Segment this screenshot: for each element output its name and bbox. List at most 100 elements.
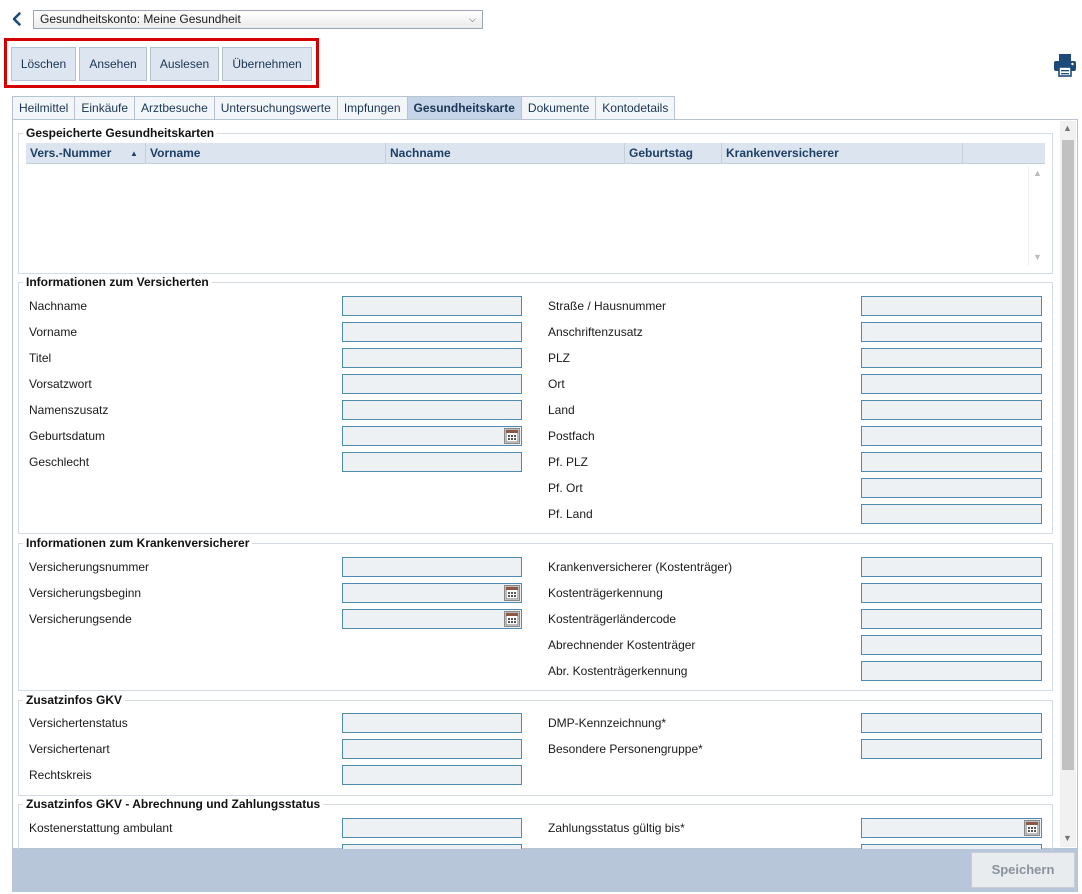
billing-info-title: Zusatzinfos GKV - Abrechnung und Zahlung… (26, 797, 321, 811)
column-header-vorname[interactable]: Vorname (146, 143, 386, 164)
column-header-krankenversicherer[interactable]: Krankenversicherer (722, 143, 963, 164)
scroll-up-icon[interactable]: ▲ (1033, 168, 1042, 178)
insured-status-input[interactable] (342, 713, 522, 733)
country-input[interactable] (861, 400, 1042, 420)
po-box-input[interactable] (861, 426, 1042, 446)
field-label: Kostenträgerkennung (548, 586, 663, 600)
field-label: PLZ (548, 351, 571, 365)
field-label: Land (548, 403, 575, 417)
insured-info-title: Informationen zum Versicherten (26, 275, 209, 289)
column-header-geburtstag[interactable]: Geburtstag (625, 143, 722, 164)
po-box-zip-input[interactable] (861, 452, 1042, 472)
field-label: Versicherungsbeginn (29, 586, 142, 600)
printer-icon (1054, 54, 1076, 77)
cards-table-body[interactable] (26, 164, 1045, 268)
insurance-number-input[interactable] (342, 557, 522, 577)
cards-table-header: Vers.-Nummer ▲ Vorname Nachname Geburtst… (26, 143, 1045, 164)
scroll-down-icon[interactable]: ▼ (1033, 252, 1042, 262)
calendar-icon[interactable] (504, 585, 520, 601)
content-scrollbar[interactable]: ▲ ▼ (1060, 121, 1076, 847)
name-suffix-input[interactable] (342, 400, 522, 420)
delete-button[interactable]: Löschen (11, 47, 76, 81)
street-input[interactable] (861, 296, 1042, 316)
calendar-icon[interactable] (504, 428, 520, 444)
gkv-info-title: Zusatzinfos GKV (26, 693, 123, 707)
tab-dokumente[interactable]: Dokumente (520, 96, 597, 119)
scroll-down-icon[interactable]: ▼ (1063, 833, 1072, 843)
scrollbar-thumb[interactable] (1062, 140, 1074, 770)
calendar-icon[interactable] (504, 611, 520, 627)
insurer-id-input[interactable] (861, 583, 1042, 603)
insurer-input[interactable] (861, 557, 1042, 577)
field-label: Titel (29, 351, 52, 365)
special-group-input[interactable] (861, 739, 1042, 759)
field-label: Krankenversicherer (Kostenträger) (548, 560, 733, 574)
field-label: Kostenerstattung ambulant (29, 821, 173, 835)
field-label: Anschriftenzusatz (548, 325, 643, 339)
column-header-nachname[interactable]: Nachname (386, 143, 625, 164)
po-box-city-input[interactable] (861, 478, 1042, 498)
field-label: Besondere Personengruppe* (548, 742, 703, 756)
field-label: Zahlungsstatus gültig bis* (548, 821, 685, 835)
scroll-up-icon[interactable]: ▲ (1063, 123, 1072, 133)
prefix-input[interactable] (342, 374, 522, 394)
city-input[interactable] (861, 374, 1042, 394)
last-name-input[interactable] (342, 296, 522, 316)
field-label: Abr. Kostenträgerkennung (548, 664, 688, 678)
title-input[interactable] (342, 348, 522, 368)
tab-untersuchungswerte[interactable]: Untersuchungswerte (213, 96, 338, 119)
tab-impfungen[interactable]: Impfungen (336, 96, 408, 119)
read-out-button[interactable]: Auslesen (150, 47, 219, 81)
insured-type-input[interactable] (342, 739, 522, 759)
tab-kontodetails[interactable]: Kontodetails (595, 96, 676, 119)
field-label: Namenszusatz (29, 403, 109, 417)
tab-heilmittel[interactable]: Heilmittel (12, 96, 76, 119)
po-box-country-input[interactable] (861, 504, 1042, 524)
field-label: Rechtskreis (29, 768, 92, 782)
tab-gesundheitskarte[interactable]: Gesundheitskarte (406, 96, 522, 119)
field-label: Geburtsdatum (29, 429, 106, 443)
back-button[interactable] (9, 11, 25, 27)
billing-insurer-id-input[interactable] (861, 661, 1042, 681)
save-button[interactable]: Speichern (971, 852, 1075, 888)
field-label: Versichertenstatus (29, 716, 128, 730)
tab-bar: Heilmittel Einkäufe Arztbesuche Untersuc… (12, 96, 676, 119)
cards-table-scrollbar[interactable]: ▲ ▼ (1028, 166, 1044, 266)
billing-insurer-input[interactable] (861, 635, 1042, 655)
tab-einkaeufe[interactable]: Einkäufe (74, 96, 136, 119)
insurer-country-code-input[interactable] (861, 609, 1042, 629)
account-select-value: Gesundheitskonto: Meine Gesundheit (40, 12, 241, 26)
address-addition-input[interactable] (861, 322, 1042, 342)
chevron-left-icon (12, 12, 21, 26)
field-label: Versichertenart (29, 742, 110, 756)
field-label: Postfach (548, 429, 595, 443)
outpatient-reimbursement-input[interactable] (342, 818, 522, 838)
view-button[interactable]: Ansehen (79, 47, 147, 81)
calendar-icon[interactable] (1024, 820, 1040, 836)
saved-cards-title: Gespeicherte Gesundheitskarten (26, 126, 215, 140)
column-header-vers-nummer[interactable]: Vers.-Nummer ▲ (26, 143, 146, 164)
gender-input[interactable] (342, 452, 522, 472)
field-label: Versicherungsnummer (29, 560, 150, 574)
insurance-end-input[interactable] (342, 609, 522, 629)
legal-area-input[interactable] (342, 765, 522, 785)
payment-status-valid-until-input[interactable] (861, 818, 1042, 838)
sort-ascending-icon: ▲ (130, 149, 138, 158)
insurance-start-input[interactable] (342, 583, 522, 603)
column-label: Vers.-Nummer (30, 146, 112, 160)
print-button[interactable] (1052, 52, 1078, 78)
insurer-info-title: Informationen zum Krankenversicherer (26, 536, 250, 550)
zip-input[interactable] (861, 348, 1042, 368)
first-name-input[interactable] (342, 322, 522, 342)
apply-button[interactable]: Übernehmen (222, 47, 312, 81)
tab-arztbesuche[interactable]: Arztbesuche (134, 96, 215, 119)
dmp-marker-input[interactable] (861, 713, 1042, 733)
field-label: Kostenträgerländercode (548, 612, 677, 626)
field-label: Vorname (29, 325, 78, 339)
birthdate-input[interactable] (342, 426, 522, 446)
field-label: Pf. Land (548, 507, 593, 521)
field-label: Straße / Hausnummer (548, 299, 667, 313)
field-label: Ort (548, 377, 565, 391)
account-select[interactable]: Gesundheitskonto: Meine Gesundheit ⌵ (33, 10, 483, 29)
field-label: Geschlecht (29, 455, 90, 469)
